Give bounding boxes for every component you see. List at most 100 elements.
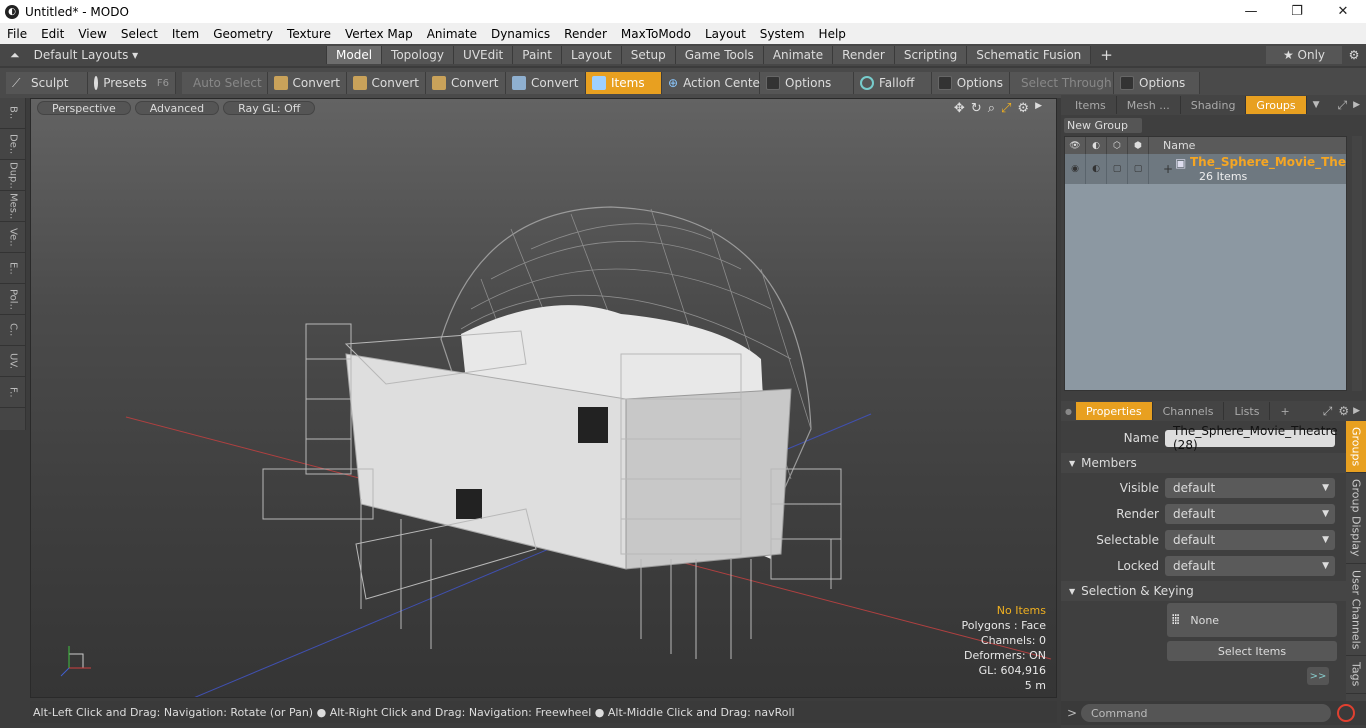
select-items-button[interactable]: Select Items: [1167, 641, 1337, 661]
viewport-settings-icon[interactable]: ⚙: [1017, 101, 1029, 116]
convert-button-4[interactable]: Convert: [506, 72, 586, 94]
panel-menu-icon[interactable]: ▶: [1353, 406, 1360, 416]
options-button-2[interactable]: Options: [932, 72, 1010, 94]
tab-scripting[interactable]: Scripting: [893, 46, 967, 64]
tab-properties[interactable]: Properties: [1075, 402, 1153, 420]
chevron-down-icon[interactable]: ▼: [1313, 100, 1320, 110]
maximize-panel-icon[interactable]: ⤢: [1323, 404, 1333, 419]
menu-item[interactable]: Item: [165, 27, 206, 41]
minimize-button[interactable]: —: [1228, 0, 1274, 23]
visibility-column-icon[interactable]: 👁: [1065, 137, 1086, 154]
menu-geometry[interactable]: Geometry: [206, 27, 280, 41]
only-button[interactable]: ★ Only: [1266, 46, 1342, 64]
menu-vertex-map[interactable]: Vertex Map: [338, 27, 420, 41]
tab-lists[interactable]: Lists: [1224, 402, 1271, 420]
viewport-raygl-button[interactable]: Ray GL: Off: [223, 101, 316, 115]
locked-dropdown[interactable]: default ▼: [1165, 556, 1335, 576]
strip-tab-deform[interactable]: De..: [0, 129, 26, 160]
strip-tab-fusion[interactable]: F..: [0, 377, 26, 408]
presets-button[interactable]: Presets F6: [88, 72, 176, 94]
render-dropdown[interactable]: default ▼: [1165, 504, 1335, 524]
restore-button[interactable]: ❐: [1274, 0, 1320, 23]
falloff-button[interactable]: Falloff: [854, 72, 932, 94]
strip-tab-polygon[interactable]: Pol..: [0, 284, 26, 315]
menu-help[interactable]: Help: [812, 27, 853, 41]
tab-animate[interactable]: Animate: [762, 46, 833, 64]
add-tab-icon[interactable]: +: [1270, 402, 1299, 420]
rotate-view-icon[interactable]: ↻: [971, 101, 982, 116]
strip-tab-edge[interactable]: E..: [0, 253, 26, 284]
tab-setup[interactable]: Setup: [620, 46, 675, 64]
side-tab-user-channels[interactable]: User Channels: [1346, 564, 1366, 657]
tab-layout[interactable]: Layout: [560, 46, 621, 64]
sculpt-button[interactable]: ⟋ Sculpt: [6, 72, 88, 94]
menu-edit[interactable]: Edit: [34, 27, 71, 41]
render-icon[interactable]: ◐: [1086, 154, 1107, 184]
items-button[interactable]: Items: [586, 72, 662, 94]
menu-maxtomodo[interactable]: MaxToModo: [614, 27, 698, 41]
tab-uvedit[interactable]: UVEdit: [453, 46, 513, 64]
tab-channels[interactable]: Channels: [1153, 402, 1225, 420]
menu-view[interactable]: View: [71, 27, 113, 41]
zoom-view-icon[interactable]: ⌕: [988, 101, 995, 116]
menu-render[interactable]: Render: [557, 27, 614, 41]
select-column-icon[interactable]: ⬢: [1128, 137, 1149, 154]
group-name-field[interactable]: The_Sphere_Movie_Theatre (28): [1165, 424, 1338, 452]
selectable-dropdown[interactable]: default ▼: [1165, 530, 1335, 550]
side-tab-tags[interactable]: Tags: [1346, 656, 1366, 694]
3d-viewport[interactable]: Perspective Advanced Ray GL: Off ✥ ↻ ⌕ ⤢…: [30, 98, 1057, 698]
strip-tab-mesh[interactable]: Mes..: [0, 191, 26, 222]
strip-tab-uv[interactable]: UV.: [0, 346, 26, 377]
viewport-perspective-button[interactable]: Perspective: [37, 101, 131, 115]
strip-tab-vertex[interactable]: Ve..: [0, 222, 26, 253]
gear-icon[interactable]: ⚙: [1338, 404, 1349, 418]
tab-topology[interactable]: Topology: [381, 46, 454, 64]
eye-icon[interactable]: ◉: [1065, 154, 1086, 184]
convert-button-1[interactable]: Convert: [268, 72, 347, 94]
side-tab-groups[interactable]: Groups: [1346, 421, 1366, 474]
new-group-button[interactable]: New Group: [1064, 118, 1142, 133]
menu-file[interactable]: File: [0, 27, 34, 41]
menu-layout[interactable]: Layout: [698, 27, 753, 41]
viewport-menu-icon[interactable]: ▶: [1035, 101, 1042, 116]
action-center-button[interactable]: ⊕ Action Center: [662, 72, 765, 94]
options-button-3[interactable]: Options: [1114, 72, 1200, 94]
checkbox-icon[interactable]: [1120, 76, 1134, 90]
options-button-1[interactable]: Options: [760, 72, 854, 94]
side-tab-group-display[interactable]: Group Display: [1346, 473, 1366, 564]
add-tab-button[interactable]: +: [1090, 46, 1122, 64]
more-button[interactable]: >>: [1307, 667, 1329, 685]
checkbox-icon[interactable]: [766, 76, 780, 90]
tab-model[interactable]: Model: [326, 46, 382, 64]
render-column-icon[interactable]: ◐: [1086, 137, 1107, 154]
expand-icon[interactable]: +: [1163, 162, 1173, 176]
tab-shading[interactable]: Shading: [1181, 96, 1247, 114]
viewport-advanced-button[interactable]: Advanced: [134, 101, 220, 115]
menu-system[interactable]: System: [753, 27, 812, 41]
tab-items[interactable]: Items: [1065, 96, 1117, 114]
maximize-panel-icon[interactable]: ⤢: [1337, 98, 1347, 113]
command-input[interactable]: Command: [1081, 704, 1331, 722]
group-row[interactable]: ◉ ◐ ▢ ▢ + ▣ The_Sphere_Movie_Thea... 26 …: [1065, 154, 1346, 184]
none-button[interactable]: ⁞⁞⁞ None: [1167, 603, 1337, 637]
checkbox-icon[interactable]: [938, 76, 952, 90]
visible-dropdown[interactable]: default ▼: [1165, 478, 1335, 498]
tab-paint[interactable]: Paint: [512, 46, 561, 64]
auto-select-button[interactable]: Auto Select: [182, 72, 268, 94]
select-checkbox[interactable]: ▢: [1128, 154, 1149, 184]
convert-button-2[interactable]: Convert: [347, 72, 426, 94]
select-through-button[interactable]: Select Through: [1010, 72, 1114, 94]
members-section[interactable]: ▼ Members: [1061, 453, 1366, 473]
selection-keying-section[interactable]: ▼ Selection & Keying: [1061, 581, 1366, 601]
convert-button-3[interactable]: Convert: [426, 72, 506, 94]
menu-animate[interactable]: Animate: [420, 27, 484, 41]
groups-scrollbar[interactable]: [1352, 136, 1362, 391]
tab-schematic-fusion[interactable]: Schematic Fusion: [966, 46, 1091, 64]
move-view-icon[interactable]: ✥: [954, 101, 965, 116]
name-column-header[interactable]: Name: [1149, 139, 1195, 152]
menu-select[interactable]: Select: [114, 27, 165, 41]
panel-menu-icon[interactable]: ▶: [1353, 100, 1360, 110]
record-icon[interactable]: [1337, 704, 1355, 722]
layout-selector[interactable]: ⏶ Default Layouts ▾: [0, 48, 326, 63]
tab-mesh[interactable]: Mesh ...: [1117, 96, 1181, 114]
